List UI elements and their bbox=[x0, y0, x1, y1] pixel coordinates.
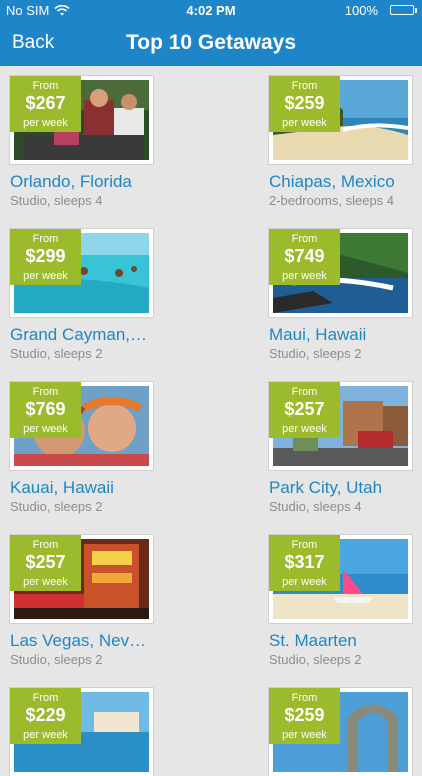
price-from-label: From bbox=[291, 539, 318, 551]
getaway-name: Las Vegas, Nev… bbox=[10, 631, 147, 650]
price-amount: $259 bbox=[284, 93, 325, 113]
battery-icon bbox=[390, 5, 417, 15]
getaway-name: Kauai, Hawaii bbox=[10, 478, 114, 497]
getaway-details: Studio, sleeps 2 bbox=[10, 499, 103, 514]
getaway-thumbnail: From $299 per week bbox=[10, 229, 153, 317]
getaway-details: 2-bedrooms, sleeps 4 bbox=[269, 193, 395, 208]
getaway-thumbnail: From $267 per week bbox=[10, 76, 153, 164]
price-amount: $229 bbox=[25, 705, 66, 725]
price-unit-label: per week bbox=[23, 117, 68, 129]
getaways-grid: From $267 per week Orlando, Florida Stud… bbox=[0, 66, 422, 776]
price-from-label: From bbox=[291, 233, 318, 245]
price-unit-label: per week bbox=[282, 270, 327, 282]
page-title: Top 10 Getaways bbox=[125, 31, 296, 54]
getaway-name: St. Maarten bbox=[269, 631, 357, 650]
price-from-label: From bbox=[32, 386, 59, 398]
price-badge: From $259 per week bbox=[269, 688, 340, 744]
getaway-details: Studio, sleeps 2 bbox=[269, 346, 362, 361]
price-amount: $257 bbox=[25, 552, 66, 572]
price-from-label: From bbox=[32, 233, 59, 245]
getaway-name: Grand Cayman,… bbox=[10, 325, 147, 344]
getaway-details: Studio, sleeps 2 bbox=[269, 652, 362, 667]
price-amount: $317 bbox=[284, 552, 325, 572]
price-badge: From $769 per week bbox=[10, 382, 81, 438]
price-badge: From $259 per week bbox=[269, 76, 340, 132]
price-unit-label: per week bbox=[282, 729, 327, 741]
price-amount: $267 bbox=[25, 93, 66, 113]
getaway-details: Studio, sleeps 2 bbox=[10, 346, 103, 361]
getaway-name: Chiapas, Mexico bbox=[269, 172, 395, 191]
price-from-label: From bbox=[291, 692, 318, 704]
nav-header: No SIM 4:02 PM 100% Back Top 10 Getaways bbox=[0, 0, 422, 66]
getaway-thumbnail: From $317 per week bbox=[269, 535, 412, 623]
price-badge: From $267 per week bbox=[10, 76, 81, 132]
price-amount: $749 bbox=[284, 246, 325, 266]
getaway-thumbnail: From $257 per week bbox=[10, 535, 153, 623]
price-from-label: From bbox=[291, 386, 318, 398]
price-unit-label: per week bbox=[282, 423, 327, 435]
price-amount: $299 bbox=[25, 246, 66, 266]
price-badge: From $257 per week bbox=[10, 535, 81, 591]
getaway-name: Maui, Hawaii bbox=[269, 325, 367, 344]
price-amount: $257 bbox=[284, 399, 325, 419]
price-unit-label: per week bbox=[23, 270, 68, 282]
price-from-label: From bbox=[32, 80, 59, 92]
price-unit-label: per week bbox=[282, 117, 327, 129]
getaway-thumbnail: From $257 per week bbox=[269, 382, 412, 470]
getaway-name: Park City, Utah bbox=[269, 478, 383, 497]
getaway-thumbnail: From $749 per week bbox=[269, 229, 412, 317]
price-badge: From $299 per week bbox=[10, 229, 81, 285]
price-badge: From $257 per week bbox=[269, 382, 340, 438]
price-unit-label: per week bbox=[23, 423, 68, 435]
getaway-details: Studio, sleeps 4 bbox=[10, 193, 103, 208]
price-badge: From $317 per week bbox=[269, 535, 340, 591]
getaway-details: Studio, sleeps 4 bbox=[269, 499, 362, 514]
price-from-label: From bbox=[32, 539, 59, 551]
price-unit-label: per week bbox=[282, 576, 327, 588]
battery-percent: 100% bbox=[344, 3, 378, 18]
getaway-name: Orlando, Florida bbox=[10, 172, 132, 191]
getaway-details: Studio, sleeps 2 bbox=[10, 652, 103, 667]
price-badge: From $229 per week bbox=[10, 688, 81, 744]
price-from-label: From bbox=[32, 692, 59, 704]
price-badge: From $749 per week bbox=[269, 229, 340, 285]
price-amount: $769 bbox=[25, 399, 66, 419]
getaway-thumbnail: From $259 per week bbox=[269, 688, 412, 776]
price-amount: $259 bbox=[284, 705, 325, 725]
price-from-label: From bbox=[291, 80, 318, 92]
status-bar: No SIM 4:02 PM 100% bbox=[0, 0, 422, 22]
price-unit-label: per week bbox=[23, 576, 68, 588]
getaway-thumbnail: From $259 per week bbox=[269, 76, 412, 164]
price-unit-label: per week bbox=[23, 729, 68, 741]
getaway-thumbnail: From $229 per week bbox=[10, 688, 153, 776]
getaway-thumbnail: From $769 per week bbox=[10, 382, 153, 470]
